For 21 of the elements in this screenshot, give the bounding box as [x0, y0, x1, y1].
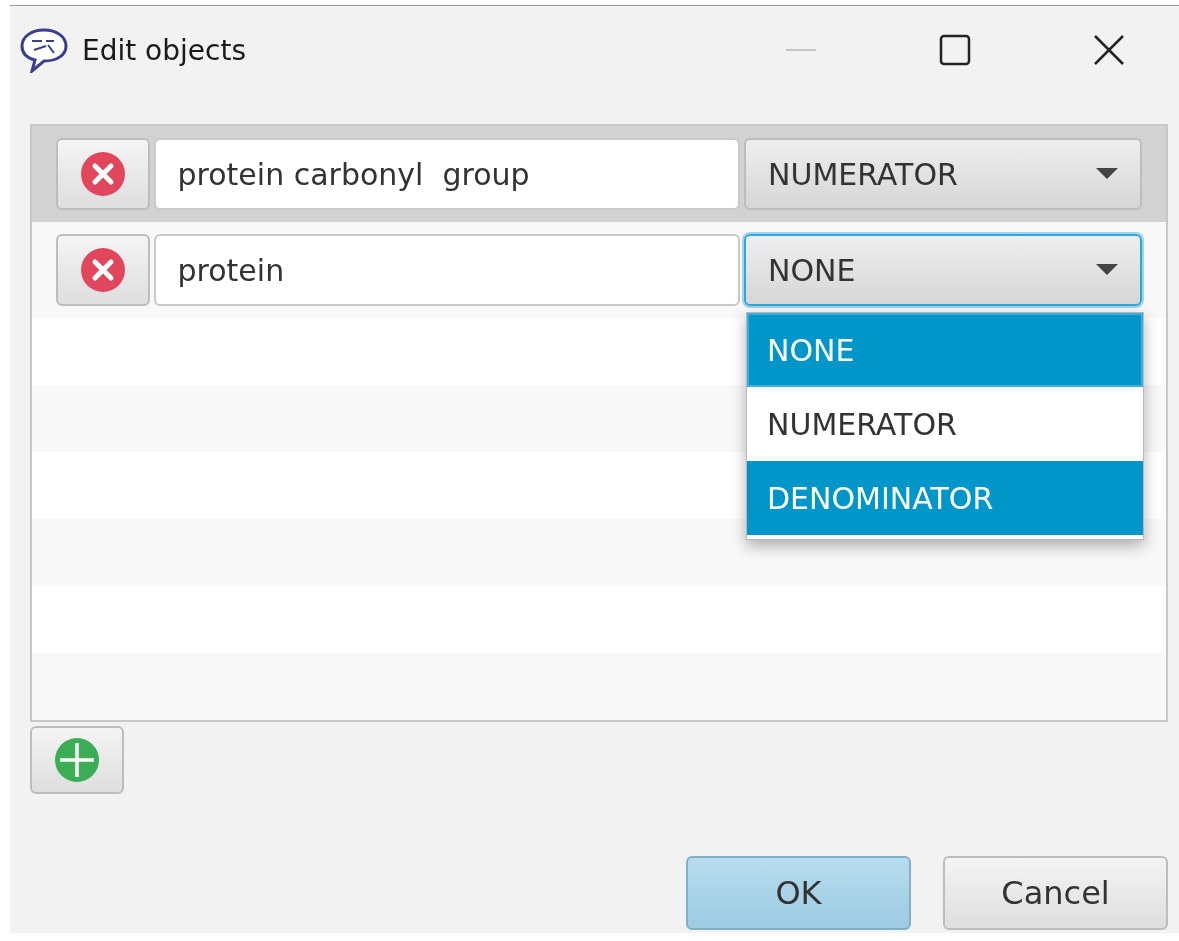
window-title: Edit objects	[82, 33, 247, 67]
caret-icon	[1096, 168, 1118, 180]
cancel-button[interactable]: Cancel	[943, 856, 1168, 930]
role-dropdown[interactable]: NONE	[744, 234, 1142, 306]
close-icon	[1093, 34, 1125, 66]
caret-icon	[1096, 264, 1118, 276]
speech-bubble-icon	[20, 27, 68, 73]
ok-button[interactable]: OK	[686, 856, 911, 930]
name-field[interactable]: protein	[153, 234, 740, 306]
role-dropdown[interactable]: NUMERATOR	[744, 138, 1142, 210]
list-row[interactable]: protein carbonyl group NUMERATOR	[32, 126, 1166, 222]
delete-button[interactable]	[56, 234, 150, 306]
plus-icon	[54, 737, 100, 783]
add-button[interactable]	[30, 726, 124, 794]
menu-item[interactable]: NUMERATOR	[747, 387, 1143, 461]
delete-button[interactable]	[56, 138, 150, 210]
minimize-icon	[786, 48, 816, 52]
delete-icon	[79, 247, 126, 293]
maximize-icon	[939, 34, 971, 66]
name-field[interactable]: protein carbonyl group	[153, 138, 740, 210]
delete-icon	[79, 151, 126, 197]
